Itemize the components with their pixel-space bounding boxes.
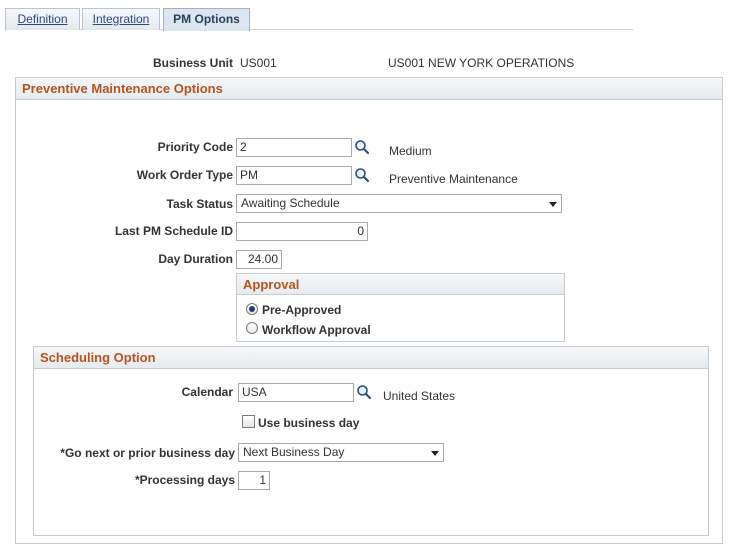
- calendar-label: Calendar: [181, 385, 233, 399]
- approval-title: Approval: [237, 274, 564, 295]
- processing-days-label: *Processing days: [134, 473, 235, 487]
- go-next-or-prior-value: Next Business Day: [243, 445, 345, 459]
- tab-definition[interactable]: Definition: [5, 8, 80, 30]
- work-order-type-input[interactable]: PM: [236, 166, 352, 185]
- tab-integration[interactable]: Integration: [82, 8, 160, 30]
- priority-code-lookup-icon[interactable]: [354, 139, 370, 155]
- use-business-day-label: Use business day: [258, 416, 360, 430]
- business-unit-label: Business Unit: [152, 56, 233, 70]
- day-duration-input[interactable]: 24.00: [236, 250, 282, 269]
- work-order-type-label: Work Order Type: [136, 168, 233, 182]
- workflow-approval-radio[interactable]: [246, 322, 258, 334]
- work-order-type-lookup-icon[interactable]: [354, 167, 370, 183]
- pre-approved-radio[interactable]: [246, 303, 258, 315]
- priority-code-label: Priority Code: [157, 140, 233, 154]
- go-next-or-prior-select[interactable]: Next Business Day: [238, 443, 444, 462]
- business-unit-description: US001 NEW YORK OPERATIONS: [388, 56, 575, 70]
- last-pm-schedule-id-label: Last PM Schedule ID: [114, 224, 233, 238]
- last-pm-schedule-id-input[interactable]: 0: [236, 222, 368, 241]
- scheduling-option-group: Scheduling Option: [33, 346, 709, 536]
- pm-options-title: Preventive Maintenance Options: [16, 78, 722, 100]
- chevron-down-icon: [549, 202, 557, 207]
- pre-approved-label: Pre-Approved: [262, 303, 342, 317]
- priority-code-input[interactable]: 2: [236, 138, 352, 157]
- processing-days-input[interactable]: 1: [238, 471, 270, 490]
- chevron-down-icon: [431, 451, 439, 456]
- go-next-or-prior-label: *Go next or prior business day: [60, 446, 235, 460]
- workflow-approval-label: Workflow Approval: [262, 323, 371, 337]
- scheduling-option-title: Scheduling Option: [34, 347, 708, 369]
- business-unit-code: US001: [240, 56, 277, 70]
- task-status-value: Awaiting Schedule: [241, 196, 340, 210]
- calendar-input[interactable]: USA: [238, 383, 354, 402]
- use-business-day-checkbox[interactable]: [242, 415, 255, 428]
- priority-code-description: Medium: [389, 144, 432, 158]
- day-duration-label: Day Duration: [158, 252, 233, 266]
- calendar-description: United States: [383, 389, 456, 403]
- tab-pm-options[interactable]: PM Options: [163, 8, 250, 31]
- task-status-label: Task Status: [166, 197, 233, 211]
- calendar-lookup-icon[interactable]: [356, 384, 372, 400]
- task-status-select[interactable]: Awaiting Schedule: [236, 194, 562, 213]
- work-order-type-description: Preventive Maintenance: [389, 172, 518, 186]
